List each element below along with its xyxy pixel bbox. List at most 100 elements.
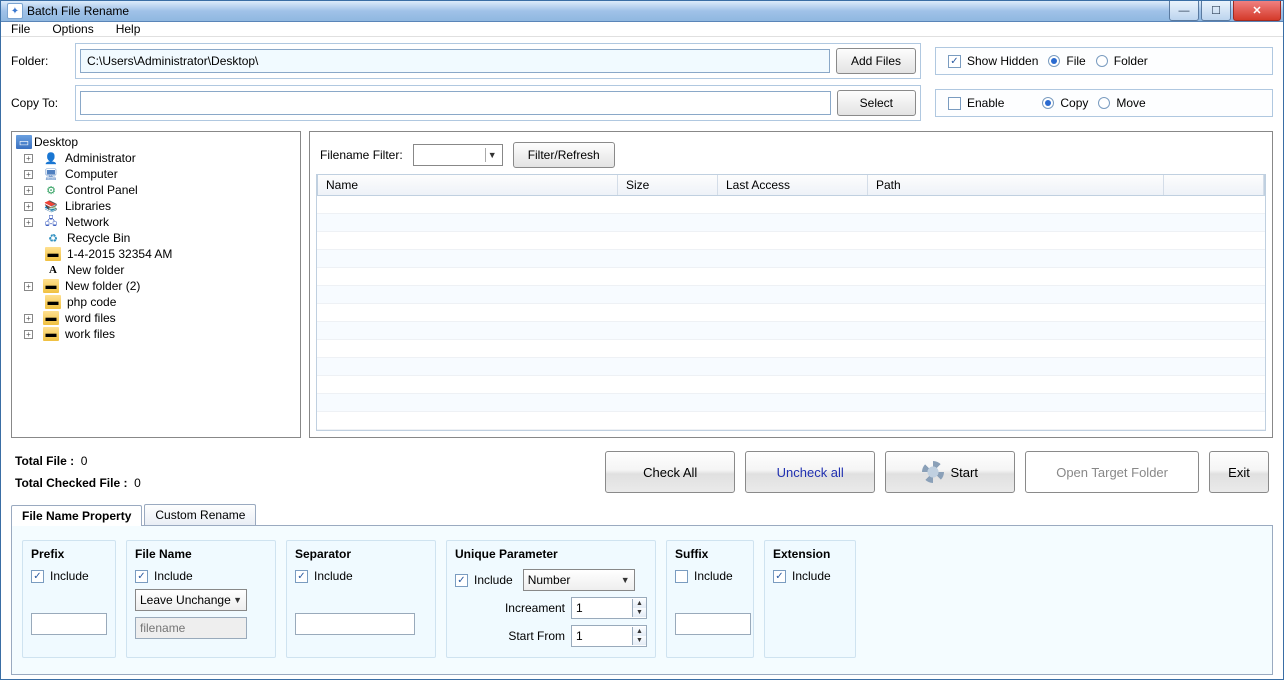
type-folder-radio[interactable]: Folder: [1096, 54, 1148, 68]
expander-icon[interactable]: +: [24, 218, 33, 227]
computer-icon: 🖥: [43, 167, 59, 181]
tree-item-label: work files: [65, 327, 115, 341]
group-suffix: Suffix Include: [666, 540, 754, 658]
expander-icon[interactable]: +: [24, 314, 33, 323]
tree-item-label: Computer: [65, 167, 118, 181]
tree-item[interactable]: +👤Administrator: [12, 150, 300, 166]
col-path[interactable]: Path: [868, 175, 1164, 195]
check-all-button[interactable]: Check All: [605, 451, 735, 493]
recycle-icon: ♻: [45, 231, 61, 245]
minimize-button[interactable]: —: [1169, 1, 1199, 21]
col-extra[interactable]: [1164, 175, 1264, 195]
radio-icon: [1042, 97, 1054, 109]
folder-tree[interactable]: ▭ Desktop +👤Administrator+🖥Computer+⚙Con…: [11, 131, 301, 438]
radio-icon: [1096, 55, 1108, 67]
filter-label: Filename Filter:: [320, 148, 403, 162]
tree-item[interactable]: ▬php code: [12, 294, 300, 310]
tree-item[interactable]: + 🖥 Computer: [12, 166, 300, 182]
tree-item-label: Libraries: [65, 199, 111, 213]
radio-icon: [1098, 97, 1110, 109]
chevron-down-icon: ▼: [485, 148, 499, 162]
tree-item[interactable]: ♻ Recycle Bin: [12, 230, 300, 246]
col-name[interactable]: Name: [318, 175, 618, 195]
expander-icon[interactable]: +: [24, 202, 33, 211]
expander-icon[interactable]: +: [24, 154, 33, 163]
net-icon: 🖧: [43, 215, 59, 229]
lib-icon: 📚: [43, 199, 59, 213]
tree-item[interactable]: + ▬ work files: [12, 326, 300, 342]
show-hidden-toggle[interactable]: ✓ Show Hidden: [948, 54, 1038, 68]
extension-include[interactable]: ✓Include: [773, 569, 847, 583]
start-button[interactable]: Start: [885, 451, 1015, 493]
filename-include[interactable]: ✓Include: [135, 569, 267, 583]
suffix-input[interactable]: [675, 613, 751, 635]
group-unique: Unique Parameter ✓Include Number▼ Increa…: [446, 540, 656, 658]
tree-item[interactable]: +▬word files: [12, 310, 300, 326]
prefix-include[interactable]: ✓Include: [31, 569, 107, 583]
tree-item[interactable]: +⚙Control Panel: [12, 182, 300, 198]
separator-include[interactable]: ✓Include: [295, 569, 427, 583]
close-button[interactable]: ✕: [1233, 1, 1281, 21]
tree-item-label: New folder: [67, 263, 124, 277]
menu-file[interactable]: File: [11, 22, 30, 36]
increment-spinner[interactable]: 1▲▼: [571, 597, 647, 619]
chevron-down-icon: ▼: [233, 595, 242, 605]
unique-include[interactable]: ✓Include: [455, 573, 513, 587]
checkbox-icon: [948, 97, 961, 110]
menu-options[interactable]: Options: [52, 22, 93, 36]
expander-icon[interactable]: +: [24, 170, 33, 179]
suffix-include[interactable]: Include: [675, 569, 745, 583]
prefix-input[interactable]: [31, 613, 107, 635]
exit-button[interactable]: Exit: [1209, 451, 1269, 493]
enable-copy-toggle[interactable]: Enable: [948, 96, 1004, 110]
app-icon: ✦: [7, 3, 23, 19]
tree-item[interactable]: + 🖧 Network: [12, 214, 300, 230]
filter-combo[interactable]: ▼: [413, 144, 503, 166]
gear-icon: [922, 461, 944, 483]
filename-input[interactable]: [135, 617, 247, 639]
menu-help[interactable]: Help: [116, 22, 141, 36]
cpl-icon: ⚙: [43, 183, 59, 197]
uncheck-all-button[interactable]: Uncheck all: [745, 451, 875, 493]
folder-path-input[interactable]: [80, 49, 830, 73]
tree-item[interactable]: ▬1-4-2015 32354 AM: [12, 246, 300, 262]
menu-bar: File Options Help: [1, 22, 1283, 37]
copyto-path-input[interactable]: [80, 91, 831, 115]
col-size[interactable]: Size: [618, 175, 718, 195]
mode-move-radio[interactable]: Move: [1098, 96, 1145, 110]
tree-item-label: Network: [65, 215, 109, 229]
tree-item[interactable]: A New folder: [12, 262, 300, 278]
filter-refresh-button[interactable]: Filter/Refresh: [513, 142, 615, 168]
separator-input[interactable]: [295, 613, 415, 635]
expander-icon[interactable]: +: [24, 186, 33, 195]
tree-item[interactable]: +▬New folder (2): [12, 278, 300, 294]
tree-root[interactable]: ▭ Desktop: [12, 134, 300, 150]
open-target-button[interactable]: Open Target Folder: [1025, 451, 1199, 493]
app-window: ✦ Batch File Rename — ☐ ✕ File Options H…: [0, 0, 1284, 680]
type-file-radio[interactable]: File: [1048, 54, 1085, 68]
expander-icon[interactable]: +: [24, 330, 33, 339]
tab-file-name-property[interactable]: File Name Property: [11, 505, 142, 526]
tree-item-label: php code: [67, 295, 116, 309]
col-last-access[interactable]: Last Access: [718, 175, 868, 195]
folder-icon: ▬: [43, 327, 59, 341]
folder-icon: ▬: [43, 311, 59, 325]
group-separator: Separator ✓Include: [286, 540, 436, 658]
tree-item-label: Recycle Bin: [67, 231, 130, 245]
window-title: Batch File Rename: [27, 4, 129, 18]
filename-mode-dropdown[interactable]: Leave Unchange▼: [135, 589, 247, 611]
expander-icon[interactable]: +: [24, 282, 33, 291]
tree-item-label: 1-4-2015 32354 AM: [67, 247, 172, 261]
unique-type-dropdown[interactable]: Number▼: [523, 569, 635, 591]
maximize-button[interactable]: ☐: [1201, 1, 1231, 21]
A-icon: A: [45, 263, 61, 277]
startfrom-spinner[interactable]: 1▲▼: [571, 625, 647, 647]
select-folder-button[interactable]: Select: [837, 90, 916, 116]
folder-label: Folder:: [11, 54, 61, 68]
mode-copy-radio[interactable]: Copy: [1042, 96, 1088, 110]
file-grid[interactable]: Name Size Last Access Path: [316, 174, 1266, 431]
checkbox-icon: ✓: [948, 55, 961, 68]
add-files-button[interactable]: Add Files: [836, 48, 916, 74]
tree-item-label: New folder (2): [65, 279, 140, 293]
tab-custom-rename[interactable]: Custom Rename: [144, 504, 256, 525]
